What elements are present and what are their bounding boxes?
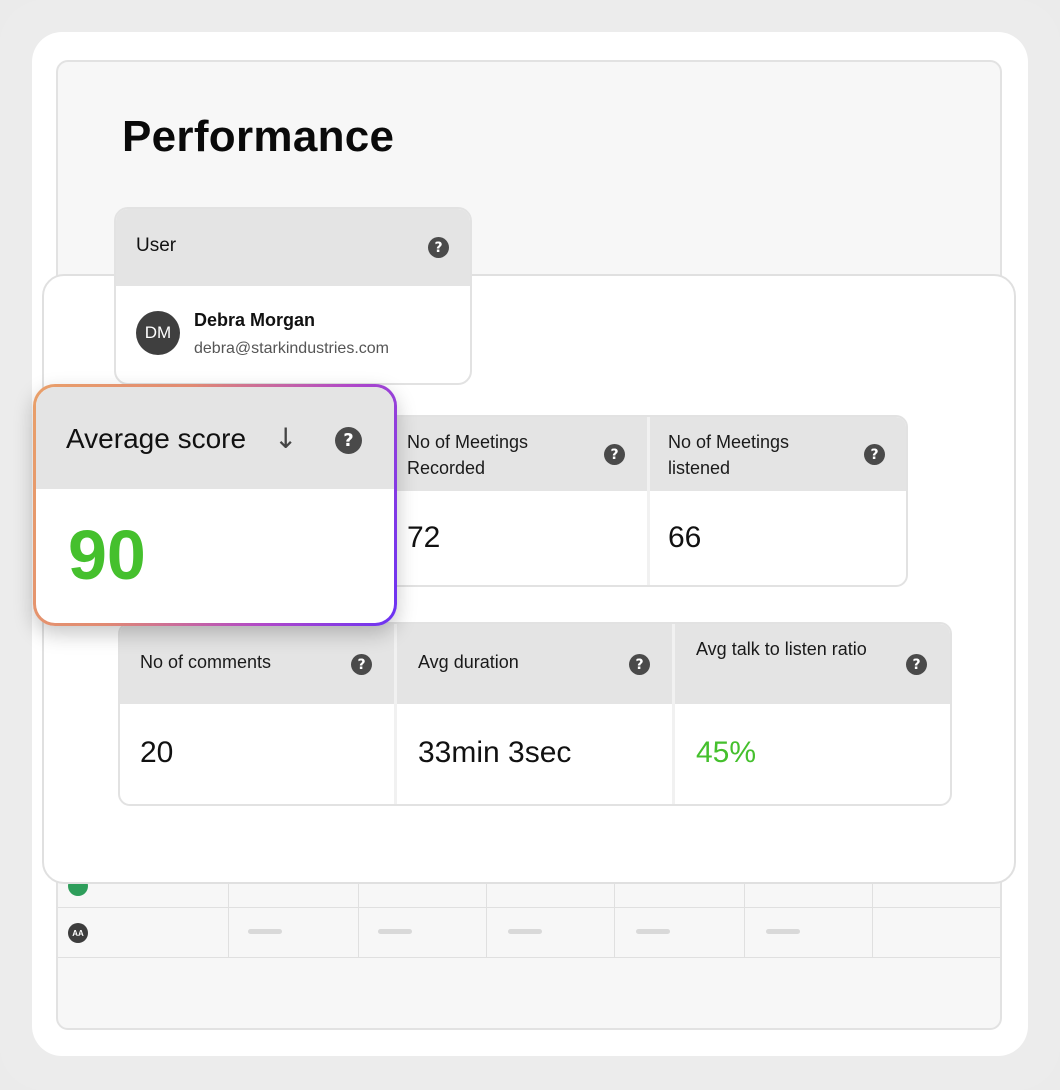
placeholder-dash — [248, 929, 282, 934]
help-icon[interactable]: ? — [428, 237, 449, 258]
avg-duration-value: 33min 3sec — [418, 736, 572, 769]
arrow-down-icon[interactable]: ↓ — [274, 422, 297, 455]
average-score-value: 90 — [68, 516, 146, 594]
placeholder-dash — [378, 929, 412, 934]
stats-header: No of comments ? Avg duration ? Avg talk… — [120, 624, 950, 704]
stats-card: No of comments ? Avg duration ? Avg talk… — [118, 622, 952, 806]
background-table: AA — [58, 876, 1000, 958]
comments-label: No of comments — [140, 652, 272, 672]
avatar: AA — [68, 923, 88, 943]
help-icon[interactable]: ? — [864, 444, 885, 465]
meetings-listened-value: 66 — [668, 521, 702, 554]
placeholder-dash — [636, 929, 670, 934]
help-icon[interactable]: ? — [351, 654, 372, 675]
meetings-listened-label: No of Meetings listened — [668, 432, 790, 478]
user-email: debra@starkindustries.com — [194, 340, 389, 357]
avg-duration-label: Avg duration — [418, 652, 519, 672]
comments-value: 20 — [140, 736, 174, 769]
page-title: Performance — [122, 112, 395, 161]
meetings-header: No of Meetings Recorded ? No of Meetings… — [382, 417, 906, 491]
placeholder-dash — [766, 929, 800, 934]
user-card: User ? DM Debra Morgan debra@starkindust… — [114, 207, 472, 385]
table-row: AA — [58, 908, 1000, 958]
average-score-header: Average score ↓ ? — [36, 387, 394, 489]
table-row — [58, 876, 1000, 908]
help-icon[interactable]: ? — [604, 444, 625, 465]
average-score-label: Average score — [66, 423, 247, 454]
help-icon[interactable]: ? — [335, 427, 362, 454]
meetings-recorded-value: 72 — [407, 521, 441, 554]
meetings-recorded-label: No of Meetings Recorded — [407, 432, 529, 478]
talk-listen-ratio-value: 45% — [696, 736, 757, 769]
meetings-card: No of Meetings Recorded ? No of Meetings… — [380, 415, 908, 587]
help-icon[interactable]: ? — [629, 654, 650, 675]
help-icon[interactable]: ? — [906, 654, 927, 675]
average-score-card[interactable]: Average score ↓ ? 90 — [33, 384, 397, 626]
user-column-label: User — [136, 235, 177, 256]
avatar: DM — [136, 311, 180, 355]
talk-listen-ratio-label: Avg talk to listen ratio — [696, 639, 867, 659]
user-card-header: User ? — [116, 209, 470, 286]
placeholder-dash — [508, 929, 542, 934]
user-name[interactable]: Debra Morgan — [194, 310, 315, 331]
